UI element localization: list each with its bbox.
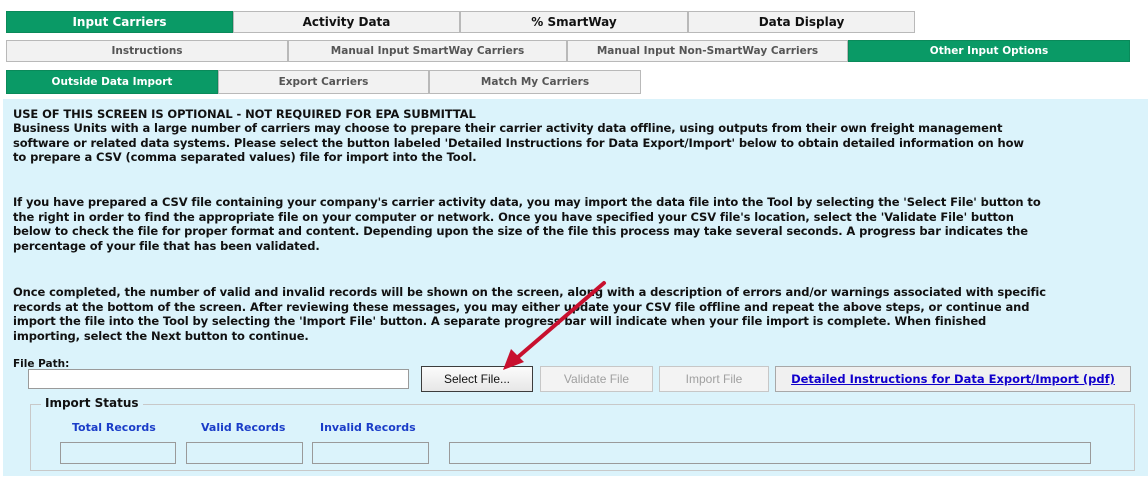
tab-manual-input-smartway[interactable]: Manual Input SmartWay Carriers	[288, 40, 567, 62]
intro-paragraph: Business Units with a large number of ca…	[13, 121, 1148, 165]
tab-manual-input-non-smartway[interactable]: Manual Input Non-SmartWay Carriers	[567, 40, 848, 62]
import-progress-bar	[449, 442, 1091, 464]
intro-line: software or related data systems. Please…	[13, 135, 1024, 150]
invalid-records-label: Invalid Records	[320, 421, 416, 434]
import-file-button[interactable]: Import File	[659, 366, 769, 392]
valid-records-label: Valid Records	[201, 421, 286, 434]
tab-export-carriers[interactable]: Export Carriers	[218, 70, 429, 94]
csv-line: percentage of your file that has been va…	[13, 238, 320, 253]
csv-line: If you have prepared a CSV file containi…	[13, 195, 1041, 209]
import-panel: USE OF THIS SCREEN IS OPTIONAL - NOT REQ…	[3, 99, 1148, 476]
tab-instructions[interactable]: Instructions	[6, 40, 288, 62]
completion-line: import the file into the Tool by selecti…	[13, 314, 987, 328]
completion-line: Once completed, the number of valid and …	[13, 285, 1046, 299]
import-status-title: Import Status	[41, 396, 143, 410]
csv-line: the right in order to find the appropria…	[13, 209, 1014, 224]
valid-records-value	[186, 442, 303, 464]
csv-line: below to check the file for proper forma…	[13, 224, 1028, 238]
completion-line: importing, select the Next button to con…	[13, 328, 309, 343]
validate-file-button[interactable]: Validate File	[540, 366, 653, 392]
total-records-label: Total Records	[72, 421, 156, 434]
tab-smartway-percent[interactable]: % SmartWay	[460, 11, 688, 33]
tab-input-carriers[interactable]: Input Carriers	[6, 11, 233, 33]
tab-other-input-options[interactable]: Other Input Options	[848, 40, 1130, 62]
tab-match-my-carriers[interactable]: Match My Carriers	[429, 70, 641, 94]
completion-line: records at the bottom of the screen. Aft…	[13, 299, 1030, 314]
tab-data-display[interactable]: Data Display	[688, 11, 915, 33]
total-records-value	[60, 442, 176, 464]
invalid-records-value	[312, 442, 429, 464]
tab-activity-data[interactable]: Activity Data	[233, 11, 460, 33]
file-path-input[interactable]	[28, 369, 409, 389]
intro-line: Business Units with a large number of ca…	[13, 121, 1003, 135]
import-status-group: Import Status Total Records Valid Record…	[30, 396, 1135, 471]
select-file-button[interactable]: Select File...	[421, 366, 533, 392]
completion-paragraph: Once completed, the number of valid and …	[13, 285, 1148, 343]
optional-notice-heading: USE OF THIS SCREEN IS OPTIONAL - NOT REQ…	[13, 107, 476, 121]
detailed-instructions-link[interactable]: Detailed Instructions for Data Export/Im…	[775, 366, 1131, 392]
intro-line: to prepare a CSV (comma separated values…	[13, 150, 477, 164]
tab-outside-data-import[interactable]: Outside Data Import	[6, 70, 218, 94]
csv-import-paragraph: If you have prepared a CSV file containi…	[13, 195, 1148, 253]
